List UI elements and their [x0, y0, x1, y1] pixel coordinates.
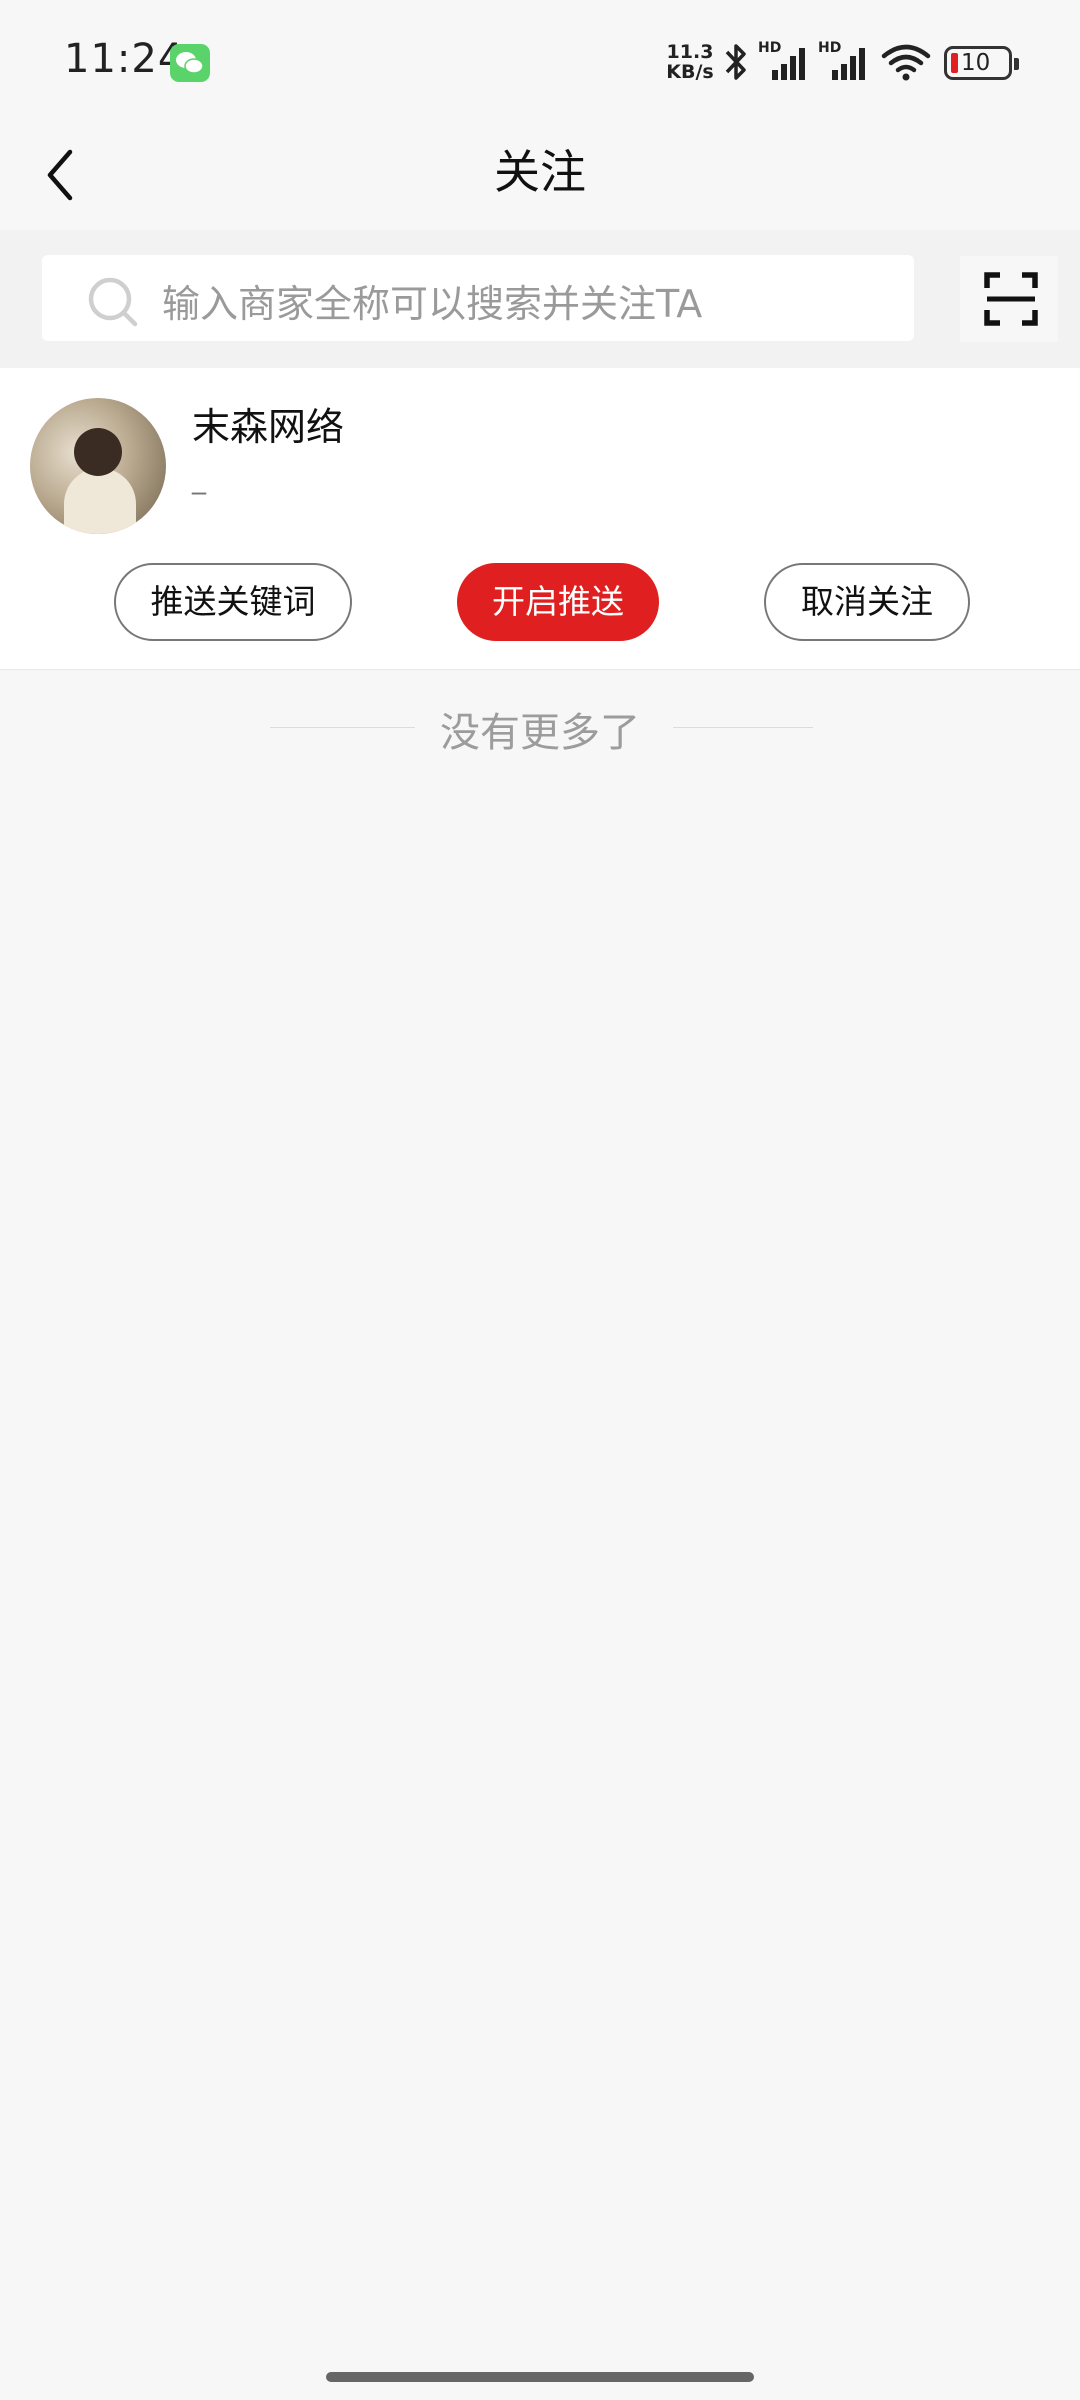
- wechat-icon: [170, 44, 210, 82]
- merchant-name[interactable]: 末森网络: [192, 396, 344, 451]
- signal-icon: HD: [758, 40, 814, 88]
- divider-right: [673, 727, 813, 728]
- network-speed-value: 11.3: [666, 41, 714, 63]
- avatar[interactable]: [30, 398, 166, 534]
- scan-icon: [984, 272, 1038, 326]
- network-speed-unit: KB/s: [666, 61, 714, 83]
- search-input[interactable]: 输入商家全称可以搜索并关注TA: [42, 255, 914, 341]
- unfollow-button[interactable]: 取消关注: [764, 563, 970, 641]
- enable-push-button[interactable]: 开启推送: [457, 563, 659, 641]
- battery-icon: 10: [944, 46, 1019, 80]
- battery-level: 10: [961, 50, 991, 76]
- search-placeholder: 输入商家全称可以搜索并关注TA: [162, 282, 703, 326]
- page-title: 关注: [494, 145, 586, 199]
- list-end-notice: 没有更多了: [440, 710, 640, 756]
- wifi-icon: [881, 44, 931, 81]
- merchant-card[interactable]: 末森网络 _ 推送关键词 开启推送 取消关注: [0, 368, 1080, 670]
- signal-hd-label: HD: [758, 40, 782, 56]
- signal-hd-label: HD: [818, 40, 842, 56]
- network-speed: 11.3 KB/s: [660, 42, 720, 82]
- search-icon: [88, 277, 138, 327]
- nav-bar: 关注: [0, 120, 1080, 230]
- scan-button[interactable]: [960, 256, 1058, 342]
- search-bar: 输入商家全称可以搜索并关注TA: [0, 230, 1080, 368]
- bluetooth-icon: [725, 44, 746, 80]
- status-bar: 11:24 11.3 KB/s HD HD 10: [0, 0, 1080, 120]
- home-indicator[interactable]: [326, 2372, 754, 2382]
- status-time: 11:24: [64, 36, 185, 82]
- signal-icon: HD: [818, 40, 874, 88]
- push-keywords-button[interactable]: 推送关键词: [114, 563, 352, 641]
- merchant-subtitle: _: [192, 462, 206, 495]
